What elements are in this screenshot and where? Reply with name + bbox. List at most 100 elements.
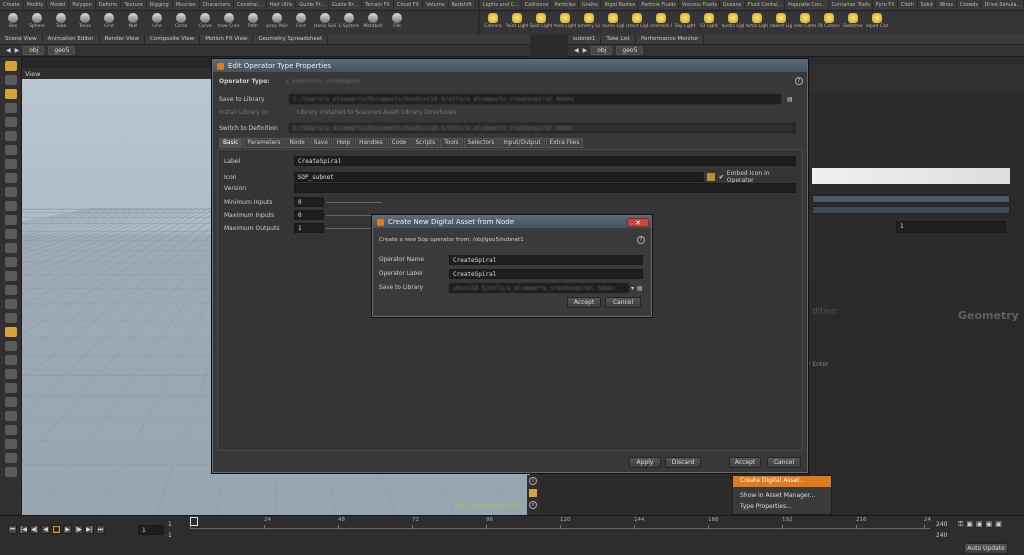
pane-tab[interactable]: Composite View [145, 35, 201, 44]
viewport-tool-icon[interactable] [5, 257, 17, 267]
shelf-tool-grid[interactable]: Grid [98, 11, 120, 35]
viewport-tool-icon[interactable] [5, 369, 17, 379]
param-slider[interactable] [812, 195, 1010, 203]
shelf-tab[interactable]: Cloud FX [394, 0, 424, 10]
shelf-tab[interactable]: Solid [918, 0, 937, 10]
install-library-value[interactable]: Library installed to Scanned Asset Libra… [297, 109, 457, 116]
shelf-tab[interactable]: Modify [24, 0, 48, 10]
shelf-tab[interactable]: Drive Simula... [981, 0, 1024, 10]
apply-button[interactable]: Apply [629, 457, 661, 468]
min-inputs-slider[interactable] [326, 201, 382, 203]
param-field[interactable]: 1 [896, 221, 1006, 233]
shelf-tab[interactable]: Viscous Fluids [679, 0, 720, 10]
menu-item-create-digital-asset[interactable]: Create Digital Asset... [733, 476, 831, 487]
viewport-tool-icon[interactable] [5, 61, 17, 71]
shelf-tool-spot-light[interactable]: Spot Light [530, 11, 552, 35]
shelf-tab[interactable]: Polygon [69, 0, 96, 10]
pane-tab[interactable]: Geometry Spreadsheet [253, 35, 329, 44]
file-chooser-icon[interactable]: ▤ [637, 285, 643, 292]
shelf-tab[interactable]: Hair Utils [267, 0, 297, 10]
folder-icon[interactable] [706, 173, 715, 181]
shelf-tool-portal-light[interactable]: Portal Light [746, 11, 768, 35]
accept-button[interactable]: Accept [729, 457, 761, 468]
shelf-tab[interactable]: Model [47, 0, 70, 10]
help-icon[interactable]: ? [637, 236, 645, 244]
tab-parameters[interactable]: Parameters [243, 138, 285, 148]
operator-label-field[interactable]: CreateSpiral [449, 269, 643, 279]
shelf-tab[interactable]: Muscles [173, 0, 200, 10]
cancel-button[interactable]: Cancel [767, 457, 801, 468]
shelf-tab[interactable]: Particles [551, 0, 579, 10]
shelf-tab[interactable]: Fluid Contai... [745, 0, 786, 10]
shelf-tool-gamepad-camera[interactable]: Gamepad Camera [866, 11, 888, 35]
shelf-tool-platonic-solids[interactable]: Platonic Solids [314, 11, 336, 35]
step-forward-icon[interactable]: |▶ [74, 525, 83, 534]
viewport-tool-icon[interactable] [5, 187, 17, 197]
grid-icon[interactable] [529, 489, 537, 497]
shelf-tab[interactable]: Collisions [522, 0, 552, 10]
viewport-tool-icon[interactable] [5, 299, 17, 309]
shelf-tool-null[interactable]: Null [122, 11, 144, 35]
tab-extra-files[interactable]: Extra Files [545, 138, 584, 148]
viewport-tool-icon[interactable] [5, 103, 17, 113]
shelf-tab[interactable]: Container Tools [829, 0, 873, 10]
accept-button[interactable]: Accept [567, 297, 601, 308]
shelf-tab[interactable]: Guide Br... [329, 0, 363, 10]
shelf-tool-camera[interactable]: Camera [482, 11, 504, 35]
shelf-tab[interactable]: Texture [121, 0, 147, 10]
viewport-tool-icon[interactable] [5, 327, 17, 337]
info-icon[interactable]: i [529, 477, 537, 485]
shelf-tool-vr-camera[interactable]: VR Camera [818, 11, 840, 35]
pane-tab[interactable]: Animation Editor [43, 35, 100, 44]
start-frame[interactable]: 1 [168, 521, 172, 528]
viewport-tool-icon[interactable] [5, 453, 17, 463]
shelf-tab[interactable]: Oceans [720, 0, 745, 10]
shelf-tab[interactable]: Wires [936, 0, 957, 10]
save-to-library-field[interactable]: C:/Users/a_elvemartu/Documents/houdini18… [289, 94, 781, 104]
shelf-tool-geometry-light[interactable]: Geometry Light [578, 11, 600, 35]
viewport-tool-icon[interactable] [5, 173, 17, 183]
label-field[interactable]: CreateSpiral [294, 156, 796, 166]
shelf-tool-metaball[interactable]: Metaball [362, 11, 384, 35]
viewport-tool-icon[interactable] [5, 215, 17, 225]
viewport-tool-icon[interactable] [5, 75, 17, 85]
tab-input-output[interactable]: Input/Output [499, 138, 545, 148]
path-crumb-geo[interactable]: geo5 [616, 46, 644, 55]
lock-icon[interactable]: ▣ [966, 520, 973, 529]
file-chooser-icon[interactable]: ▤ [787, 96, 793, 103]
shelf-tool-torus[interactable]: Torus [74, 11, 96, 35]
shelf-tab[interactable]: Deform [96, 0, 122, 10]
shelf-tool-file[interactable]: File [386, 11, 408, 35]
shelf-tool-tube[interactable]: Tube [50, 11, 72, 35]
max-outputs-field[interactable]: 1 [294, 223, 324, 233]
shelf-tool-box[interactable]: Box [2, 11, 24, 35]
shelf-tool-draw-curve[interactable]: Draw Curve [218, 11, 240, 35]
shelf-tool-area-light[interactable]: Area Light [554, 11, 576, 35]
viewport-tool-icon[interactable] [5, 313, 17, 323]
menu-item-type-properties[interactable]: Type Properties... [733, 502, 831, 513]
viewport-tool-icon[interactable] [5, 243, 17, 253]
shelf-tool-gi-light[interactable]: GI Light [698, 11, 720, 35]
viewport-tool-icon[interactable] [5, 117, 17, 127]
shelf-tab[interactable]: Volume [423, 0, 449, 10]
checkmark-icon[interactable]: ✔ [719, 174, 724, 181]
color-ramp[interactable] [812, 168, 1010, 184]
shelf-tool-l-system[interactable]: L-System [338, 11, 360, 35]
next-key-icon[interactable]: ▶| [85, 525, 94, 534]
play-reverse-icon[interactable]: ◀ [41, 525, 50, 534]
discard-button[interactable]: Discard [665, 457, 701, 468]
shelf-tab[interactable]: Lights and C... [480, 0, 522, 10]
icon-field[interactable]: SOP_subnet [293, 172, 704, 182]
max-inputs-field[interactable]: 0 [294, 210, 324, 220]
step-back-icon[interactable]: ◀| [30, 525, 39, 534]
tab-selectors[interactable]: Selectors [463, 138, 499, 148]
cancel-button[interactable]: Cancel [605, 297, 641, 308]
viewport-tool-icon[interactable] [5, 131, 17, 141]
pane-tab[interactable]: Take List [601, 35, 636, 44]
viewport-tool-icon[interactable] [5, 467, 17, 477]
zoom-icon[interactable]: ⌕ [529, 501, 537, 509]
viewport-tool-icon[interactable] [5, 341, 17, 351]
shelf-tab[interactable]: Constrai... [234, 0, 267, 10]
viewport-tool-icon[interactable] [5, 159, 17, 169]
embed-icon-checkbox-label[interactable]: Embed Icon in Operator [727, 170, 798, 184]
